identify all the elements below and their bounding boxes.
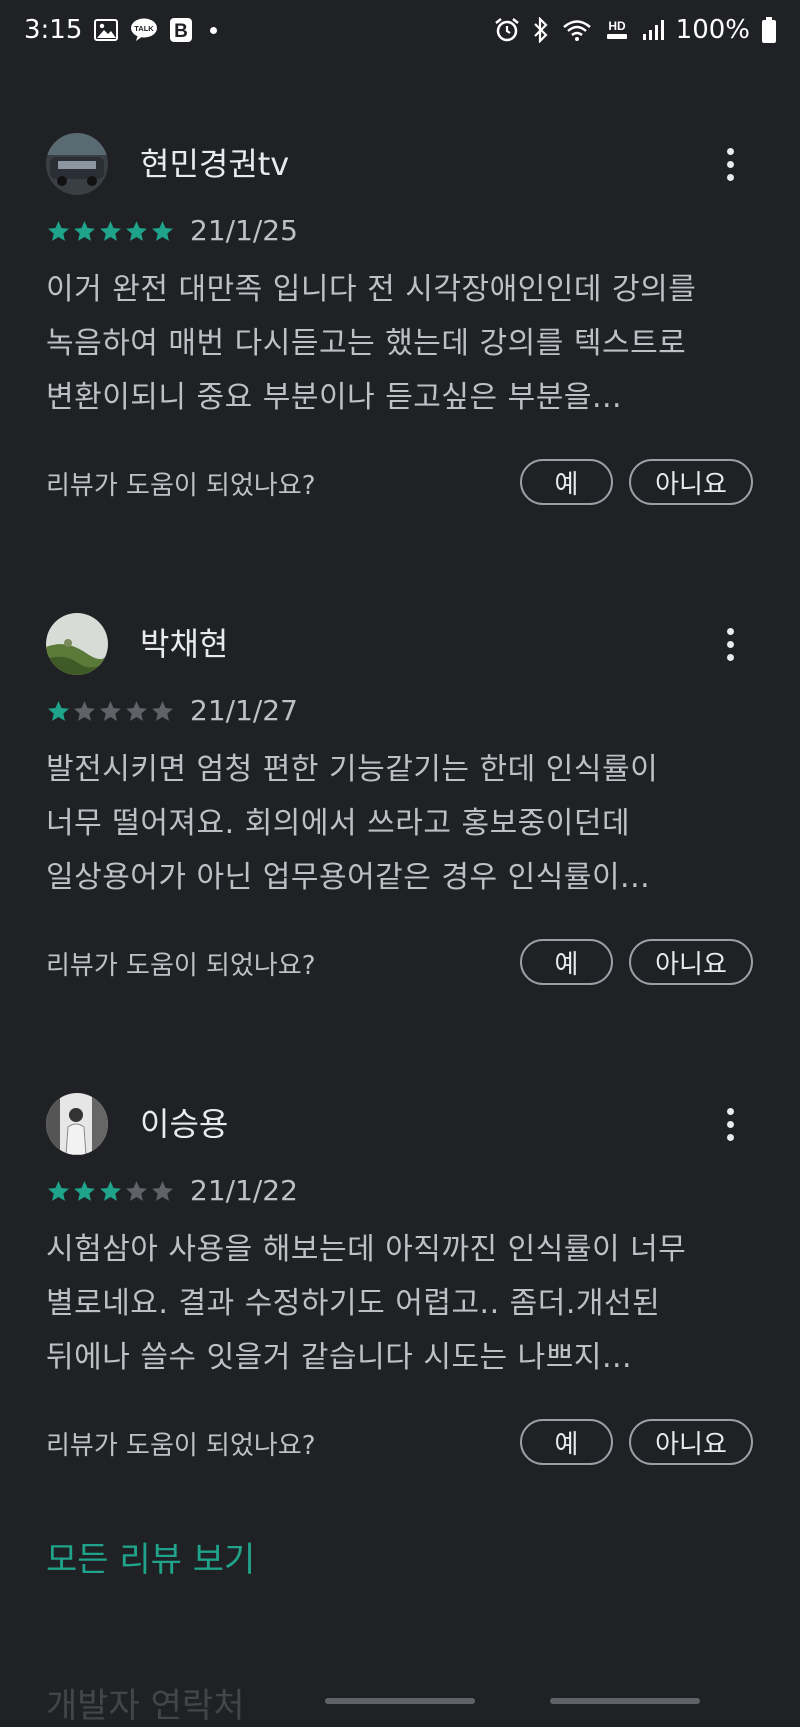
helpful-no-button[interactable]: 아니요 <box>629 459 753 505</box>
star-rating <box>46 1179 175 1204</box>
review-author: 이승용 <box>140 1105 229 1143</box>
review-body-line: 변환이되니 중요 부분이나 듣고싶은 부분을... <box>46 380 623 415</box>
star-filled-icon <box>152 221 173 241</box>
helpful-no-button[interactable]: 아니요 <box>629 1419 753 1465</box>
status-bar-right: HD 100% <box>494 15 776 45</box>
star-filled-icon <box>126 221 147 241</box>
helpful-question: 리뷰가 도움이 되었나요? <box>46 951 316 981</box>
review-body-line: 시험삼아 사용을 해보는데 아직까진 인식률이 너무 <box>46 1232 687 1267</box>
review-date: 21/1/22 <box>190 1174 298 1207</box>
status-bar-left: 3:15 TALK B <box>24 15 218 45</box>
more-options-icon[interactable] <box>708 619 752 669</box>
alarm-icon <box>494 17 520 43</box>
review-date: 21/1/25 <box>190 214 298 247</box>
star-filled-icon <box>74 221 95 241</box>
review-date: 21/1/27 <box>190 694 298 727</box>
star-rating <box>46 699 175 724</box>
review-body-line: 너무 떨어져요. 회의에서 쓰라고 홍보중이던데 <box>46 806 631 841</box>
more-options-icon[interactable] <box>708 1099 752 1149</box>
avatar <box>46 613 108 675</box>
star-empty-icon <box>126 701 147 721</box>
status-bar: 3:15 TALK B HD 100% <box>0 0 800 60</box>
review-author: 박채현 <box>140 625 229 663</box>
hd-label-text: HD <box>608 19 626 33</box>
bluetooth-icon <box>532 17 550 43</box>
nav-back-handle[interactable] <box>550 1698 700 1704</box>
review-card: 현민경권tv 21/1/25 이거 완전 대만족 입니다 전 시각장애인인데 강… <box>0 133 800 603</box>
review-body-line: 뒤에나 쓸수 잇을거 같습니다 시도는 나쁘지... <box>46 1340 633 1375</box>
gallery-icon <box>94 19 119 41</box>
helpful-question: 리뷰가 도움이 되었나요? <box>46 1431 316 1461</box>
battery-icon <box>762 17 776 43</box>
star-rating <box>46 219 175 244</box>
b-app-icon: B <box>170 18 193 42</box>
star-empty-icon <box>100 701 121 721</box>
review-author: 현민경권tv <box>140 145 290 183</box>
review-body-line: 녹음하여 매번 다시듣고는 했는데 강의를 텍스트로 <box>46 326 687 361</box>
wifi-icon <box>562 18 592 42</box>
star-empty-icon <box>152 1181 173 1201</box>
star-filled-icon <box>48 221 69 241</box>
review-body[interactable]: 발전시키면 엄청 편한 기능같기는 한데 인식률이 너무 떨어져요. 회의에서 … <box>46 743 766 905</box>
review-body-line: 발전시키면 엄청 편한 기능같기는 한데 인식률이 <box>46 752 659 787</box>
helpful-yes-button[interactable]: 예 <box>520 1419 613 1465</box>
signal-icon <box>642 19 664 41</box>
helpful-question: 리뷰가 도움이 되었나요? <box>46 471 316 501</box>
helpful-yes-button[interactable]: 예 <box>520 459 613 505</box>
status-time: 3:15 <box>24 15 83 45</box>
more-options-icon[interactable] <box>708 139 752 189</box>
avatar <box>46 1093 108 1155</box>
review-card: 박채현 21/1/27 발전시키면 엄청 편한 기능같기는 한데 인식률이 너무… <box>0 613 800 1083</box>
star-filled-icon <box>100 221 121 241</box>
battery-percentage: 100% <box>675 15 750 45</box>
b-badge-text: B <box>175 21 189 42</box>
star-filled-icon <box>100 1181 121 1201</box>
review-card: 이승용 21/1/22 시험삼아 사용을 해보는데 아직까진 인식률이 너무 별… <box>0 1093 800 1563</box>
helpful-no-button[interactable]: 아니요 <box>629 939 753 985</box>
star-empty-icon <box>152 701 173 721</box>
star-empty-icon <box>126 1181 147 1201</box>
helpful-yes-button[interactable]: 예 <box>520 939 613 985</box>
kakaotalk-icon: TALK <box>130 18 158 42</box>
star-filled-icon <box>48 701 69 721</box>
notification-dot-icon <box>210 26 218 34</box>
nav-home-handle[interactable] <box>325 1698 475 1704</box>
hd-voice-icon: HD <box>604 18 630 42</box>
star-filled-icon <box>48 1181 69 1201</box>
review-body-line: 일상용어가 아닌 업무용어같은 경우 인식률이... <box>46 860 651 895</box>
star-empty-icon <box>74 701 95 721</box>
see-all-reviews-link[interactable]: 모든 리뷰 보기 <box>46 1538 255 1582</box>
review-body[interactable]: 이거 완전 대만족 입니다 전 시각장애인인데 강의를 녹음하여 매번 다시듣고… <box>46 263 766 425</box>
review-body[interactable]: 시험삼아 사용을 해보는데 아직까진 인식률이 너무 별로네요. 결과 수정하기… <box>46 1223 766 1385</box>
review-body-line: 이거 완전 대만족 입니다 전 시각장애인인데 강의를 <box>46 272 697 307</box>
review-body-line: 별로네요. 결과 수정하기도 어렵고.. 좀더.개선된 <box>46 1286 661 1321</box>
star-filled-icon <box>74 1181 95 1201</box>
avatar <box>46 133 108 195</box>
talk-badge-text: TALK <box>135 24 155 33</box>
navigation-bar <box>0 1688 800 1715</box>
